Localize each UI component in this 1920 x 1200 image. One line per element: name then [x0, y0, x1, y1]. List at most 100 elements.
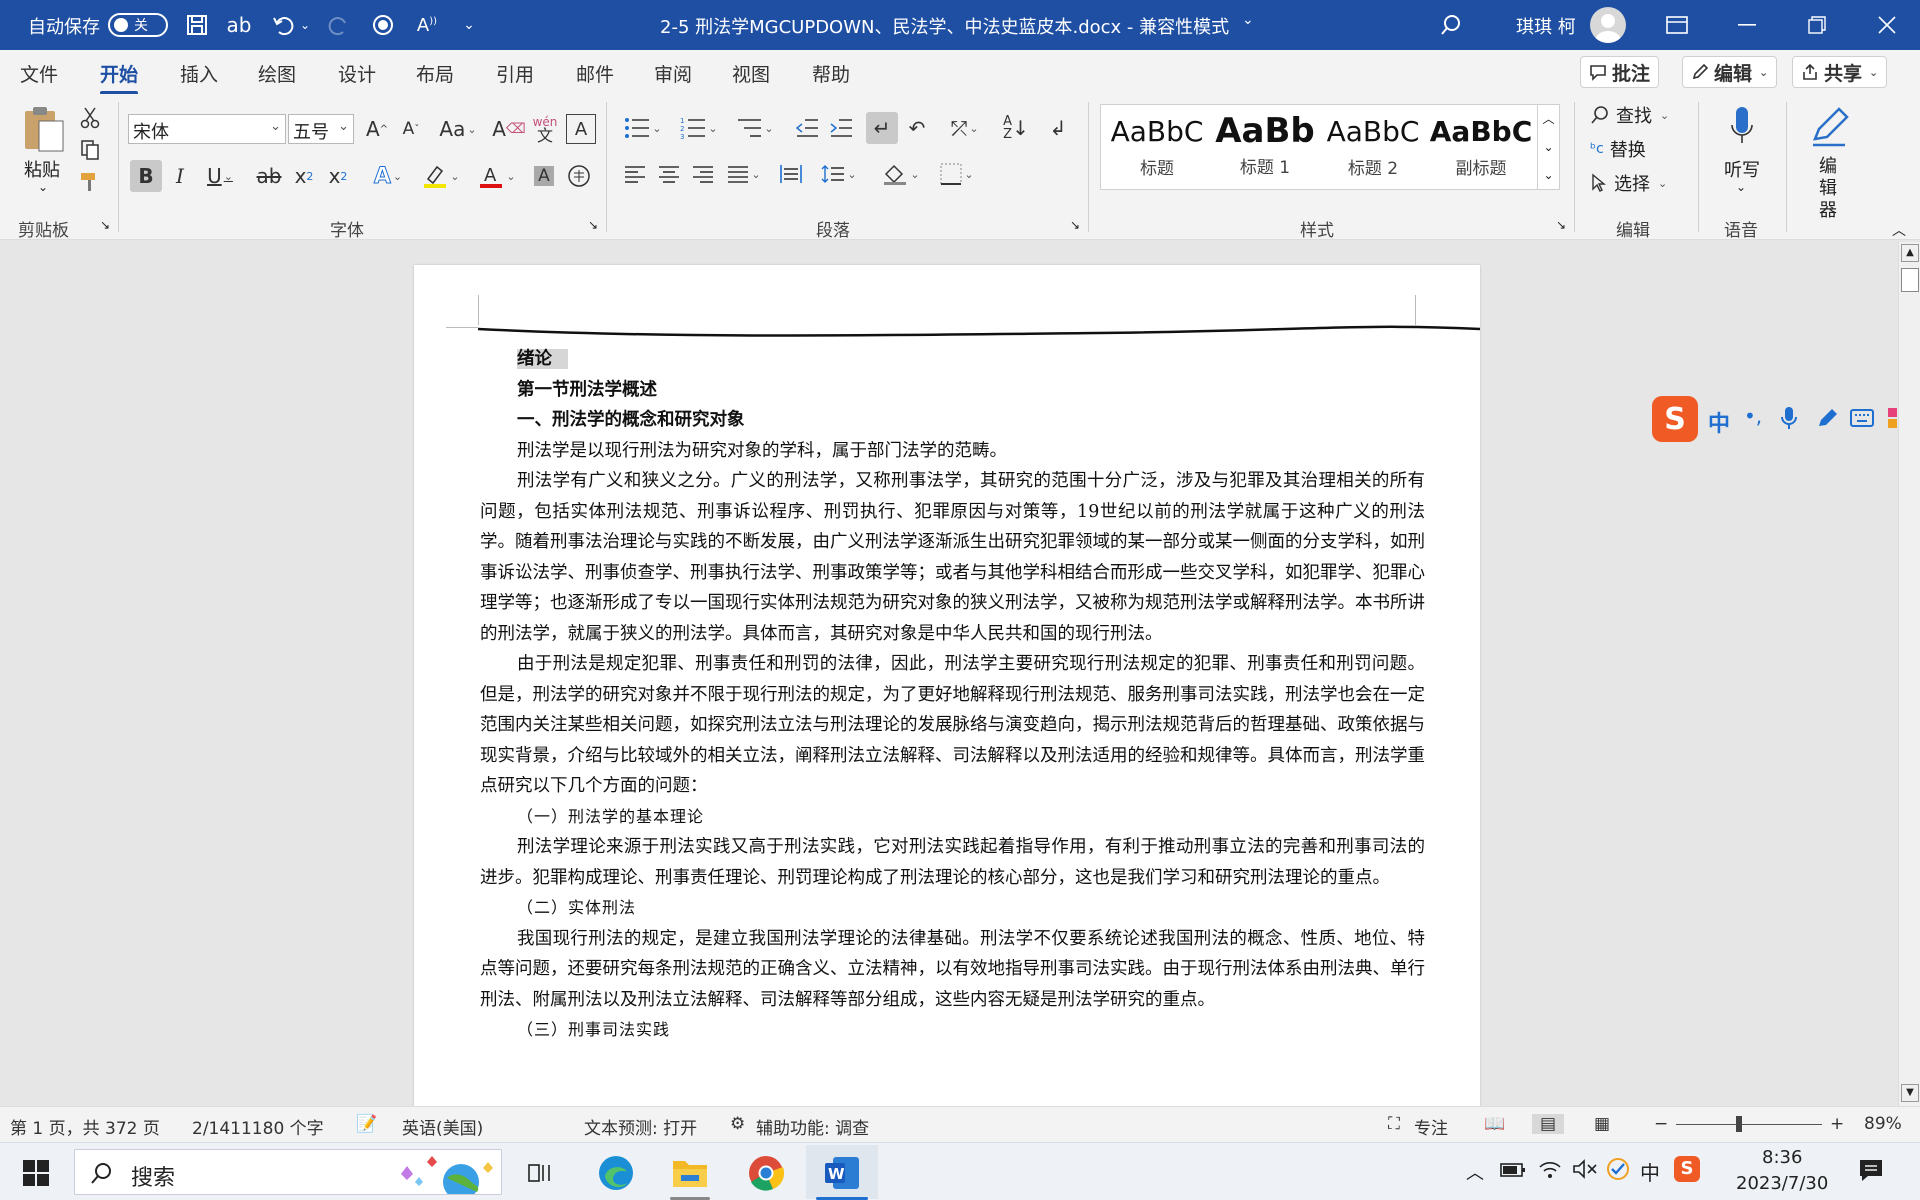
grow-font-icon[interactable]: A ^ — [362, 114, 392, 144]
title-dropdown-icon[interactable]: ⌄ — [1242, 12, 1254, 28]
tab-view[interactable]: 视图 — [732, 60, 770, 87]
body-paragraph[interactable]: 由于刑法是规定犯罪、刑事责任和刑罚的法律，因此，刑法学主要研究现行刑法规定的犯罪… — [480, 649, 1425, 802]
character-border-icon[interactable]: A — [566, 114, 596, 144]
page-count[interactable]: 第 1 页，共 372 页 — [10, 1114, 160, 1139]
justify-icon[interactable]: ⌄ — [722, 158, 766, 190]
select-button[interactable]: 选择 ⌄ — [1590, 170, 1667, 196]
paste-dropdown-icon[interactable]: ⌄ — [38, 180, 48, 194]
enclose-characters-icon[interactable] — [564, 160, 594, 192]
scroll-up-icon[interactable]: ▲ — [1901, 244, 1919, 262]
clock-time[interactable]: 8:36 — [1762, 1147, 1802, 1168]
tab-file[interactable]: 文件 — [20, 60, 58, 87]
web-layout-icon[interactable]: ▦ — [1594, 1114, 1610, 1134]
styles-more-icon[interactable]: ⌄ — [1538, 161, 1559, 189]
find-button[interactable]: 查找 ⌄ — [1590, 102, 1669, 128]
edge-browser-icon[interactable] — [594, 1151, 638, 1195]
style-heading-1[interactable]: AaBb 标题 1 — [1211, 105, 1319, 189]
comment-button[interactable]: 批注 — [1580, 56, 1660, 88]
subsection-title[interactable]: 一、刑法学的概念和研究对象 — [480, 405, 1425, 436]
list-item-heading[interactable]: （一）刑法学的基本理论 — [480, 802, 1425, 833]
phonetic-guide-icon[interactable]: wén 文 — [528, 112, 562, 146]
tab-mailings[interactable]: 邮件 — [576, 60, 614, 87]
show-hidden-icons[interactable]: ︿ — [1466, 1159, 1484, 1185]
line-break-icon[interactable]: ↵ — [866, 112, 898, 144]
bullets-icon[interactable]: ⌄ — [620, 112, 666, 144]
text-effects-icon[interactable]: A ⌄ — [366, 160, 410, 192]
tab-home[interactable]: 开始 — [100, 60, 139, 95]
distributed-icon[interactable] — [776, 158, 806, 190]
font-color-icon[interactable]: A ⌄ — [474, 160, 520, 192]
font-launcher-icon[interactable]: ↘ — [588, 218, 598, 232]
zoom-slider[interactable] — [1676, 1124, 1822, 1125]
strikethrough-icon[interactable]: ab — [254, 160, 284, 192]
word-app-icon[interactable]: W — [820, 1151, 864, 1195]
tab-review[interactable]: 审阅 — [654, 60, 692, 87]
line-spacing-icon[interactable]: ⌄ — [816, 158, 862, 190]
zoom-slider-thumb[interactable] — [1736, 1116, 1742, 1132]
dictate-dropdown-icon[interactable]: ⌄ — [1736, 180, 1746, 194]
collapse-ribbon-icon[interactable]: ︿ — [1892, 220, 1906, 240]
highlight-icon[interactable]: ⌄ — [418, 160, 464, 192]
scroll-down-icon[interactable]: ▼ — [1901, 1084, 1919, 1102]
font-name-select[interactable]: 宋体 ⌄ — [128, 114, 286, 144]
task-view-icon[interactable] — [518, 1151, 562, 1195]
redo-icon[interactable] — [322, 8, 356, 42]
borders-icon[interactable]: ⌄ — [934, 158, 980, 190]
format-painter-icon[interactable] — [76, 168, 104, 196]
minimize-icon[interactable] — [1712, 0, 1782, 50]
sogou-logo-icon[interactable]: S — [1652, 396, 1698, 442]
underline-icon[interactable]: U ⌄ — [198, 160, 242, 192]
ime-keyboard-icon[interactable] — [1850, 408, 1874, 428]
shrink-font-icon[interactable]: Aˇ — [396, 114, 426, 144]
record-icon[interactable] — [366, 8, 400, 42]
styles-scroll[interactable]: ︿ ⌄ ⌄ — [1537, 105, 1559, 189]
style-heading-2[interactable]: AaBbC 标题 2 — [1319, 105, 1427, 189]
security-check-icon[interactable] — [1606, 1157, 1630, 1181]
style-title[interactable]: AaBbC 标题 — [1103, 105, 1211, 189]
text-prediction-status[interactable]: 文本预测: 打开 — [584, 1114, 697, 1139]
list-item-heading[interactable]: （二）实体刑法 — [480, 893, 1425, 924]
read-aloud-icon[interactable]: A)) — [410, 8, 444, 42]
sort-icon[interactable]: A Z ↓ — [1000, 112, 1032, 144]
zoom-out-icon[interactable]: − — [1654, 1114, 1668, 1134]
chevron-up-icon[interactable]: ︿ — [1538, 105, 1559, 133]
copy-icon[interactable] — [76, 136, 104, 164]
taskbar-ime-language[interactable]: 中 — [1640, 1157, 1660, 1186]
document-title[interactable]: 2-5 刑法学MGCUPDOWN、民法学、中法史蓝皮本.docx - 兼容性模式 — [660, 13, 1229, 39]
superscript-icon[interactable]: x2 — [324, 160, 352, 192]
body-paragraph[interactable]: 刑法学有广义和狭义之分。广义的刑法学，又称刑事法学，其研究的范围十分广泛，涉及与… — [480, 466, 1425, 649]
word-count[interactable]: 2/1411180 个字 — [192, 1114, 324, 1139]
taskbar-search-box[interactable]: 搜索 — [74, 1149, 502, 1195]
paragraph-launcher-icon[interactable]: ↘ — [1070, 218, 1080, 232]
document-body[interactable]: 绪论 第一节刑法学概述 一、刑法学的概念和研究对象 刑法学是以现行刑法为研究对象… — [480, 344, 1425, 1046]
ribbon-display-icon[interactable] — [1642, 0, 1712, 50]
tab-help[interactable]: 帮助 — [812, 60, 850, 87]
chevron-down-icon[interactable]: ⌄ — [1538, 133, 1559, 161]
dictate-label[interactable]: 听写 — [1724, 156, 1760, 182]
read-mode-icon[interactable]: 📖 — [1484, 1114, 1505, 1134]
replace-button[interactable]: ᵇc 替换 — [1590, 136, 1646, 162]
chinese-layout-icon[interactable]: ⤱ ⌄ — [942, 112, 988, 144]
notification-icon[interactable] — [1858, 1157, 1884, 1183]
focus-mode[interactable]: 专注 — [1414, 1114, 1448, 1139]
bold-icon[interactable]: B — [130, 160, 162, 192]
volume-muted-icon[interactable] — [1572, 1159, 1598, 1179]
show-formatting-icon[interactable]: ↲ — [1042, 112, 1074, 144]
document-heading[interactable]: 绪论 — [480, 344, 1425, 375]
editor-label[interactable]: 编辑器 — [1816, 156, 1840, 222]
cut-icon[interactable] — [76, 104, 104, 132]
align-left-icon[interactable] — [620, 158, 650, 190]
align-center-icon[interactable] — [654, 158, 684, 190]
accessibility-status[interactable]: 辅助功能: 调查 — [756, 1114, 869, 1139]
undo-icon[interactable] — [266, 8, 300, 42]
ime-punctuation[interactable]: •, — [1744, 404, 1762, 428]
spelling-icon[interactable]: ab — [222, 8, 256, 42]
change-case-icon[interactable]: Aa ⌄ — [436, 114, 480, 144]
increase-indent-icon[interactable] — [826, 112, 856, 144]
avatar[interactable] — [1590, 7, 1626, 43]
chrome-browser-icon[interactable] — [744, 1151, 788, 1195]
font-size-select[interactable]: 五号 ⌄ — [288, 114, 354, 144]
user-name[interactable]: 琪琪 柯 — [1516, 13, 1576, 39]
zoom-in-icon[interactable]: + — [1830, 1114, 1844, 1134]
character-shading-icon[interactable]: A — [530, 160, 558, 192]
